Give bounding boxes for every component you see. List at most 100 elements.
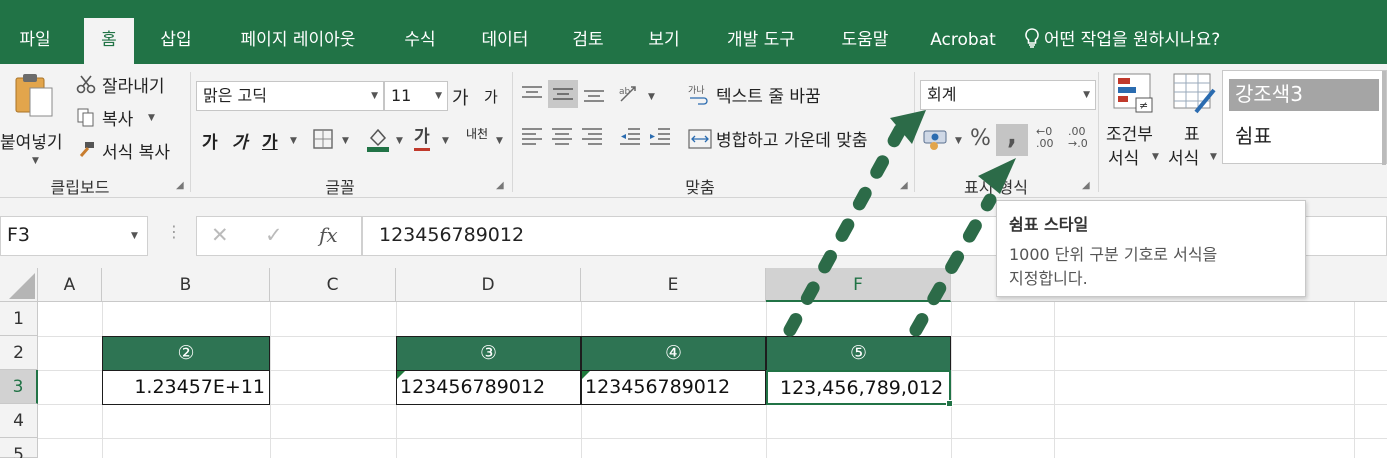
format-as-table-button[interactable]: 표 서식 ▼ [1168, 70, 1224, 170]
number-launcher-icon[interactable]: ◢ [1082, 180, 1090, 191]
percent-style-button[interactable]: % [970, 126, 991, 151]
fill-color-icon[interactable] [366, 126, 390, 156]
row-header-5[interactable]: 5 [0, 438, 38, 458]
ribbon-home: 붙여넣기 ▼ 잘라내기 복사 ▼ 서식 복사 클립보드 ◢ 맑은 고딕 ▼ 11… [0, 64, 1387, 198]
cell-b2[interactable]: ② [102, 336, 270, 371]
align-bottom-icon[interactable] [582, 84, 606, 108]
underline-button[interactable]: 가 [262, 128, 278, 153]
font-color-button[interactable]: 가 [414, 126, 430, 151]
tab-file[interactable]: 파일 [0, 18, 70, 64]
alignment-launcher-icon[interactable]: ◢ [900, 180, 908, 191]
comma-style-button[interactable]: , [996, 123, 1028, 156]
accounting-format-icon[interactable] [922, 126, 950, 156]
tab-review[interactable]: 검토 [560, 18, 616, 64]
clipboard-launcher-icon[interactable]: ◢ [176, 180, 184, 191]
font-launcher-icon[interactable]: ◢ [496, 180, 504, 191]
cell-f3-selected[interactable]: 123,456,789,012 [766, 370, 951, 405]
cut-button[interactable]: 잘라내기 [76, 72, 180, 98]
orientation-icon[interactable]: ab [618, 82, 642, 110]
tab-developer[interactable]: 개발 도구 [712, 18, 810, 64]
borders-icon[interactable] [312, 128, 334, 154]
merge-center-button[interactable]: 병합하고 가운데 맞춤 [688, 126, 918, 154]
chevron-down-icon: ▼ [131, 231, 138, 241]
paste-dropdown-icon: ▼ [32, 156, 39, 166]
tab-data[interactable]: 데이터 [468, 18, 542, 64]
decrease-indent-icon[interactable] [618, 126, 642, 152]
column-header-e[interactable]: E [581, 268, 766, 302]
phonetic-dropdown-icon[interactable]: ▼ [496, 136, 503, 146]
align-right-icon[interactable] [580, 126, 604, 152]
name-box[interactable]: F3 ▼ [0, 216, 148, 256]
tab-acrobat[interactable]: Acrobat [922, 18, 1004, 64]
cell-d2[interactable]: ③ [396, 336, 581, 371]
tab-formulas[interactable]: 수식 [392, 18, 448, 64]
format-painter-button[interactable]: 서식 복사 [76, 138, 186, 164]
conditional-formatting-button[interactable]: ≠ 조건부 서식 ▼ [1104, 70, 1164, 170]
wrap-text-button[interactable]: 가나 텍스트 줄 바꿈 [688, 82, 838, 110]
tell-me-label: 어떤 작업을 원하시나요? [1044, 30, 1221, 50]
tab-view[interactable]: 보기 [636, 18, 692, 64]
row-header-3[interactable]: 3 [0, 370, 38, 404]
tab-page-layout[interactable]: 페이지 레이아웃 [222, 18, 374, 64]
row-header-2[interactable]: 2 [0, 336, 38, 370]
align-top-icon[interactable] [520, 84, 544, 108]
decrease-decimal-button[interactable]: .00 →.0 [1068, 126, 1098, 154]
cell-style-accent3[interactable]: 강조색3 [1229, 79, 1379, 111]
cell-e2[interactable]: ④ [581, 336, 766, 371]
tab-insert[interactable]: 삽입 [148, 18, 204, 64]
column-header-c[interactable]: C [270, 268, 396, 302]
error-indicator-icon[interactable] [397, 371, 405, 379]
cell-f2[interactable]: ⑤ [766, 336, 951, 371]
drag-handle-icon[interactable]: ⋮ [166, 222, 182, 241]
fill-handle[interactable] [946, 400, 953, 407]
copy-button[interactable]: 복사 ▼ [76, 105, 180, 131]
tab-help[interactable]: 도움말 [828, 18, 902, 64]
gallery-scrollbar[interactable] [1382, 71, 1386, 165]
group-label-font: 글꼴 [325, 178, 355, 197]
bold-button[interactable]: 가 [202, 128, 218, 153]
font-size-dropdown[interactable]: 11 ▼ [384, 81, 448, 111]
increase-decimal-button[interactable]: ←0 .00 [1036, 126, 1066, 154]
underline-dropdown-icon[interactable]: ▼ [290, 136, 297, 146]
increase-indent-icon[interactable] [648, 126, 672, 152]
select-all-corner[interactable] [0, 268, 38, 302]
svg-text:ab: ab [619, 87, 631, 97]
grow-font-button[interactable]: 가 [452, 84, 469, 110]
cut-label: 잘라내기 [102, 77, 165, 97]
column-header-d[interactable]: D [396, 268, 581, 302]
cancel-icon[interactable]: ✕ [211, 223, 229, 247]
formula-buttons: ✕ ✓ fx [196, 216, 362, 256]
align-center-icon[interactable] [550, 126, 574, 152]
italic-button[interactable]: 가 [232, 128, 248, 153]
number-format-dropdown[interactable]: 회계 ▼ [920, 80, 1096, 110]
font-color-dropdown-icon[interactable]: ▼ [442, 136, 449, 146]
tell-me-search[interactable]: 어떤 작업을 원하시나요? [1024, 18, 1264, 64]
align-middle-icon[interactable] [548, 80, 578, 108]
column-header-a[interactable]: A [38, 268, 102, 302]
enter-icon[interactable]: ✓ [265, 223, 283, 247]
phonetic-button[interactable]: 내천 [466, 128, 488, 140]
shrink-font-button[interactable]: 가 [484, 86, 498, 107]
tab-home[interactable]: 홈 [84, 18, 134, 64]
insert-function-icon[interactable]: fx [319, 223, 338, 247]
error-indicator-icon[interactable] [582, 371, 590, 379]
cell-style-comma[interactable]: 쉼표 [1229, 121, 1379, 153]
ribbon-tab-bar: 파일 홈 삽입 페이지 레이아웃 수식 데이터 검토 보기 개발 도구 도움말 … [0, 18, 1387, 64]
table-icon [1172, 72, 1218, 120]
column-header-b[interactable]: B [102, 268, 270, 302]
font-name-dropdown[interactable]: 맑은 고딕 ▼ [196, 81, 384, 111]
cell-d3[interactable]: 123456789012 [396, 370, 581, 405]
separator [914, 72, 915, 192]
cell-b3[interactable]: 1.23457E+11 [102, 370, 270, 405]
paste-button[interactable]: 붙여넣기 ▼ [0, 72, 70, 166]
column-header-f[interactable]: F [766, 268, 951, 302]
orientation-dropdown-icon[interactable]: ▼ [648, 92, 655, 102]
row-header-4[interactable]: 4 [0, 404, 38, 438]
cell-e3[interactable]: 123456789012 [581, 370, 766, 405]
fill-color-dropdown-icon[interactable]: ▼ [396, 136, 403, 146]
borders-dropdown-icon[interactable]: ▼ [342, 136, 349, 146]
row-header-1[interactable]: 1 [0, 302, 38, 336]
lightbulb-icon [1024, 18, 1044, 62]
align-left-icon[interactable] [520, 126, 544, 152]
accounting-dropdown-icon[interactable]: ▼ [955, 136, 962, 146]
